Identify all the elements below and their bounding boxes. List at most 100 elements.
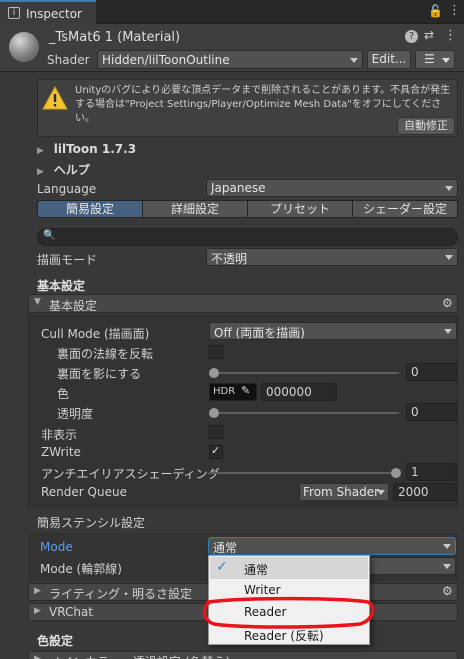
zwrite-checkbox[interactable]: ✓ <box>209 444 223 459</box>
help-foldout[interactable]: ▶ ヘルプ <box>37 161 90 177</box>
tab-shader-settings[interactable]: シェーダー設定 <box>353 201 457 217</box>
aa-label: アンチエイリアスシェーディング <box>41 467 220 481</box>
render-queue-source: From Shader <box>303 485 380 499</box>
foldout-arrow-icon: ▶ <box>37 146 44 156</box>
tab-preset[interactable]: プリセット <box>248 201 353 217</box>
hdr-label: HDR <box>213 386 236 397</box>
popup-item-label: 通常 <box>244 563 269 577</box>
foldout-arrow-icon: ▶ <box>37 167 44 177</box>
basic-settings-panel: Cull Mode (描画面) Off (両面を描画) 裏面の法線を反転 裏面を… <box>28 314 458 508</box>
liltoon-foldout[interactable]: ▶ lilToon 1.7.3 <box>37 142 136 158</box>
chevron-down-icon <box>445 255 453 260</box>
foldout-arrow-icon: ▶ <box>34 586 41 596</box>
chevron-down-icon <box>443 544 451 549</box>
foldout-arrow-icon: ▼ <box>34 297 41 307</box>
chevron-down-icon <box>377 490 385 495</box>
kebab-menu-icon[interactable]: ⋮ <box>444 28 457 43</box>
flip-normal-label: 裏面の法線を反転 <box>57 347 154 361</box>
color-hex-input[interactable]: 000000 <box>261 383 337 401</box>
vrchat-label: VRChat <box>49 605 93 619</box>
stencil-heading: 簡易ステンシル設定 <box>37 516 146 530</box>
edit-shader-button[interactable]: Edit... <box>367 50 411 69</box>
stencil-mode-value: 通常 <box>213 541 238 555</box>
aa-slider[interactable] <box>209 472 399 474</box>
gear-icon[interactable]: ⚙ <box>442 296 453 310</box>
shader-list-button[interactable]: ☰ <box>415 50 455 69</box>
basic-settings-foldout[interactable]: ▼ 基本設定 ⚙ <box>28 294 458 313</box>
basic-foldout-label: 基本設定 <box>49 299 98 313</box>
popup-item-selected[interactable]: ✓ 通常 <box>210 557 368 579</box>
hide-label: 非表示 <box>41 428 78 442</box>
material-title: _TsMat6 1 (Material) <box>49 30 181 45</box>
shadow-back-label: 裏面を影にする <box>57 367 142 381</box>
render-queue-input[interactable]: 2000 <box>393 483 457 501</box>
color-settings-heading: 色設定 <box>37 634 74 648</box>
tab-bar: i Inspector 🔓 ⋮ <box>0 0 464 24</box>
flip-normal-checkbox[interactable] <box>209 345 223 359</box>
cull-mode-dropdown[interactable]: Off (両面を描画) <box>209 322 457 340</box>
shader-value: Hidden/lilToonOutline <box>102 53 230 67</box>
slider-handle[interactable] <box>209 368 219 378</box>
cull-mode-value: Off (両面を描画) <box>214 326 305 340</box>
transparency-label: 透明度 <box>57 407 94 421</box>
language-value: Japanese <box>211 181 266 195</box>
slider-handle[interactable] <box>209 408 219 418</box>
chevron-down-icon <box>445 186 453 191</box>
tab-simple-label: 簡易設定 <box>65 202 114 216</box>
stencil-mode-label: Mode <box>40 540 73 554</box>
outline-mode-label: Mode (輪郭線) <box>40 562 122 576</box>
gear-icon[interactable]: ⚙ <box>442 584 453 598</box>
hide-checkbox[interactable] <box>209 425 223 439</box>
foldout-arrow-icon: ▶ <box>34 606 41 616</box>
search-input[interactable]: 🔍 <box>37 228 458 246</box>
basic-settings-heading: 基本設定 <box>37 279 86 293</box>
kebab-menu-icon[interactable]: ⋮ <box>448 3 461 18</box>
render-mode-value: 不透明 <box>211 252 248 266</box>
aa-input[interactable]: 1 <box>406 463 457 481</box>
material-preview-icon <box>9 32 39 62</box>
transparency-slider[interactable] <box>209 412 399 414</box>
render-queue-value: 2000 <box>398 485 429 499</box>
language-label: Language <box>37 182 97 196</box>
render-queue-label: Render Queue <box>41 485 127 499</box>
warning-box: Unityのバグにより必要な頂点データまで削除されることがあります。不具合が発生… <box>37 79 458 137</box>
auto-fix-button[interactable]: 自動修正 <box>397 117 455 135</box>
help-icon[interactable]: ? <box>405 30 418 43</box>
tab-simple[interactable]: 簡易設定 <box>38 201 143 217</box>
shader-label: Shader <box>47 53 90 67</box>
mode-tab-bar: 簡易設定 詳細設定 プリセット シェーダー設定 <box>37 200 458 218</box>
tab-preset-label: プリセット <box>269 202 330 216</box>
tab-inspector[interactable]: i Inspector <box>0 0 96 24</box>
tab-advanced-label: 詳細設定 <box>170 202 219 216</box>
info-icon: i <box>8 7 20 19</box>
chevron-down-icon <box>444 329 452 334</box>
transparency-input[interactable]: 0 <box>406 403 457 421</box>
liltoon-version: lilToon 1.7.3 <box>53 142 137 156</box>
shadow-back-slider[interactable] <box>209 372 399 374</box>
render-mode-dropdown[interactable]: 不透明 <box>206 248 458 266</box>
main-color-foldout[interactable]: ▶ メインカラー・透過設定 (色替え) <box>28 651 458 659</box>
checkmark-icon: ✓ <box>211 444 221 457</box>
shadow-back-input[interactable]: 0 <box>406 363 457 381</box>
lock-icon[interactable]: 🔓 <box>428 4 443 18</box>
preset-icon[interactable]: ⇄ <box>424 28 434 42</box>
color-hex-value: 000000 <box>266 385 312 399</box>
shader-dropdown[interactable]: Hidden/lilToonOutline <box>97 50 363 69</box>
slider-handle[interactable] <box>391 468 401 478</box>
material-header: _TsMat6 1 (Material) ? ⇄ ⋮ Shader Hidden… <box>0 24 464 72</box>
list-icon: ☰ <box>424 52 435 66</box>
checkmark-icon: ✓ <box>216 559 228 575</box>
auto-fix-label: 自動修正 <box>404 119 448 132</box>
shadow-back-value: 0 <box>411 365 419 379</box>
cull-mode-label: Cull Mode (描画面) <box>41 327 150 341</box>
render-queue-source-dropdown[interactable]: From Shader <box>299 483 389 501</box>
tab-label: Inspector <box>26 7 82 21</box>
eyedropper-icon[interactable]: ✎ <box>241 384 250 397</box>
search-icon: 🔍 <box>43 230 56 241</box>
lighting-label: ライティング・明るさ設定 <box>49 587 193 601</box>
main-color-label: メインカラー・透過設定 (色替え) <box>49 653 230 659</box>
chevron-down-icon <box>442 58 450 63</box>
stencil-mode-dropdown[interactable]: 通常 <box>208 537 456 555</box>
language-dropdown[interactable]: Japanese <box>206 179 458 197</box>
tab-advanced[interactable]: 詳細設定 <box>143 201 248 217</box>
